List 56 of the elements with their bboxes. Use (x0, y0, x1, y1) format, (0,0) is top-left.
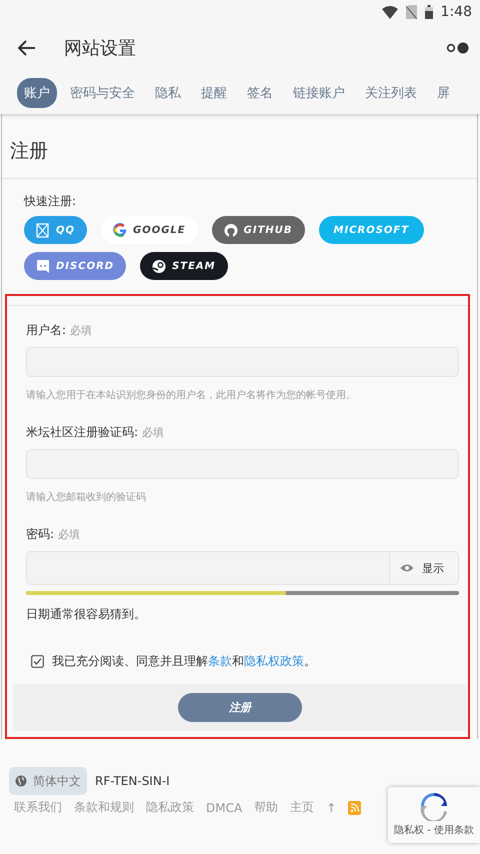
recaptcha-logo-icon (419, 791, 449, 821)
footer-link[interactable]: 联系我们 (14, 799, 62, 816)
google-g-icon (113, 222, 128, 238)
footer-link[interactable]: 主页 (290, 799, 314, 816)
server-name: RF-TEN-SIN-I (95, 774, 170, 788)
sign-in-button[interactable]: MICROSOFT (318, 216, 424, 244)
tab[interactable]: 签名 (240, 78, 280, 108)
field-label: 密码: (26, 527, 54, 541)
rss-icon[interactable] (348, 800, 362, 814)
quick-register-label: 快速注册: (24, 193, 78, 210)
tab[interactable]: 关注列表 (358, 78, 424, 108)
battery-icon (424, 5, 433, 19)
strength-feedback: 日期通常很容易猜到。 (26, 606, 147, 623)
terms-link[interactable]: 条款 (208, 654, 232, 668)
field-hint: 请输入您用于在本站识别您身份的用户名，此用户名将作为您的帐号使用。 (26, 388, 357, 402)
tab[interactable]: 隐私 (148, 78, 188, 108)
sign-in-button[interactable]: QQ (24, 216, 88, 244)
tab[interactable]: 密码与安全 (63, 78, 142, 108)
field-label: 用户名: (26, 323, 66, 337)
footer-link[interactable]: 隐私政策 (146, 799, 194, 816)
wifi-icon (382, 6, 398, 18)
agreement-text: 我已充分阅读、同意并且理解条款和隐私权政策。 (52, 653, 316, 670)
section-heading: 注册 (10, 139, 49, 164)
steam-icon (152, 258, 166, 274)
tab[interactable]: 账户 (17, 78, 57, 108)
sign-in-button[interactable]: GITHUB (212, 216, 305, 244)
footer-link[interactable]: 帮助 (254, 799, 278, 816)
no-sim-icon (406, 5, 417, 19)
required-label: 必填 (70, 324, 92, 337)
register-button[interactable]: 注册 (178, 693, 302, 722)
privacy-link[interactable]: 隐私权政策 (244, 654, 304, 668)
recaptcha-terms[interactable]: 隐私权 - 使用条款 (394, 823, 474, 837)
sign-in-button[interactable]: GOOGLE (101, 216, 198, 244)
language-button[interactable]: 简体中文 (9, 767, 87, 795)
footer-link[interactable]: 条款和规则 (74, 799, 134, 816)
sign-in-button[interactable]: STEAM (140, 252, 228, 280)
checked-checkbox-icon[interactable] (31, 655, 44, 668)
box-icon (36, 222, 50, 238)
github-icon (224, 222, 238, 238)
required-label: 必填 (58, 528, 80, 541)
circles-icon (446, 42, 470, 54)
sign-in-button[interactable]: DISCORD (24, 252, 126, 280)
footer-link[interactable]: ↑ (326, 800, 336, 814)
required-label: 必填 (142, 426, 164, 439)
field-hint: 请输入您邮箱收到的验证码 (26, 490, 147, 504)
globe-icon (15, 775, 27, 787)
tab[interactable]: 屏 (430, 78, 457, 108)
back-arrow-icon (18, 40, 36, 56)
tab[interactable]: 提醒 (194, 78, 234, 108)
footer-link[interactable]: DMCA (206, 800, 242, 814)
status-time: 1:48 (440, 4, 472, 20)
tab[interactable]: 链接账户 (286, 78, 352, 108)
field-label: 米坛社区注册验证码: (26, 425, 138, 439)
discord-icon (36, 258, 50, 274)
page-title: 网站设置 (64, 37, 136, 60)
recaptcha-badge[interactable]: 隐私权 - 使用条款 (388, 787, 480, 843)
